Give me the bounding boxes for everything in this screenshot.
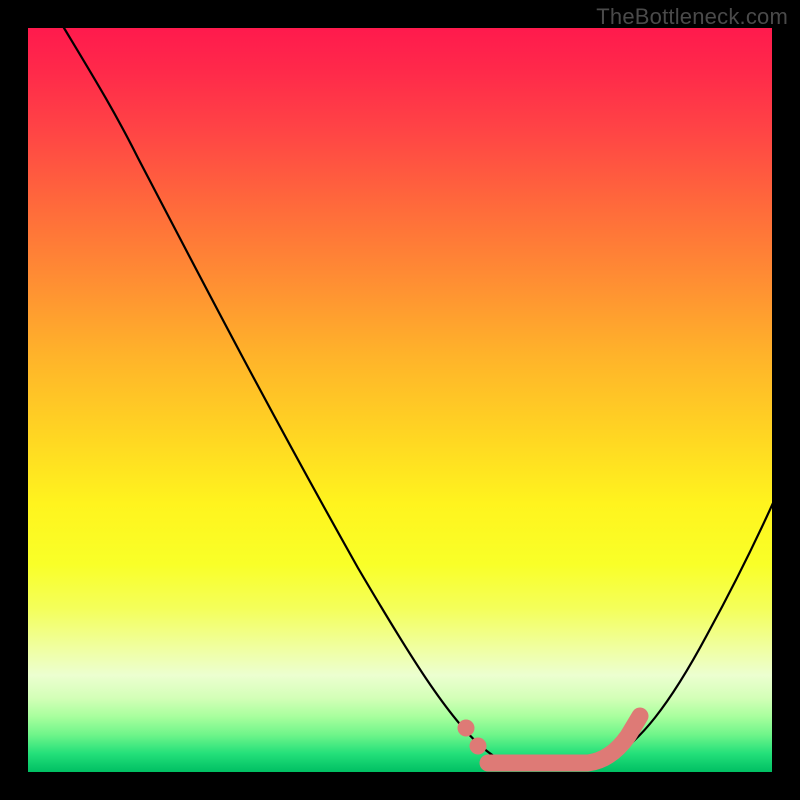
plot-area (28, 28, 772, 772)
watermark-text: TheBottleneck.com (596, 4, 788, 30)
chart-stage: TheBottleneck.com (0, 0, 800, 800)
curve-svg (28, 28, 772, 772)
highlight-dot-2 (470, 738, 487, 755)
highlight-flat-segment (488, 716, 640, 763)
highlight-dot-1 (458, 720, 475, 737)
bottleneck-curve (58, 18, 782, 769)
